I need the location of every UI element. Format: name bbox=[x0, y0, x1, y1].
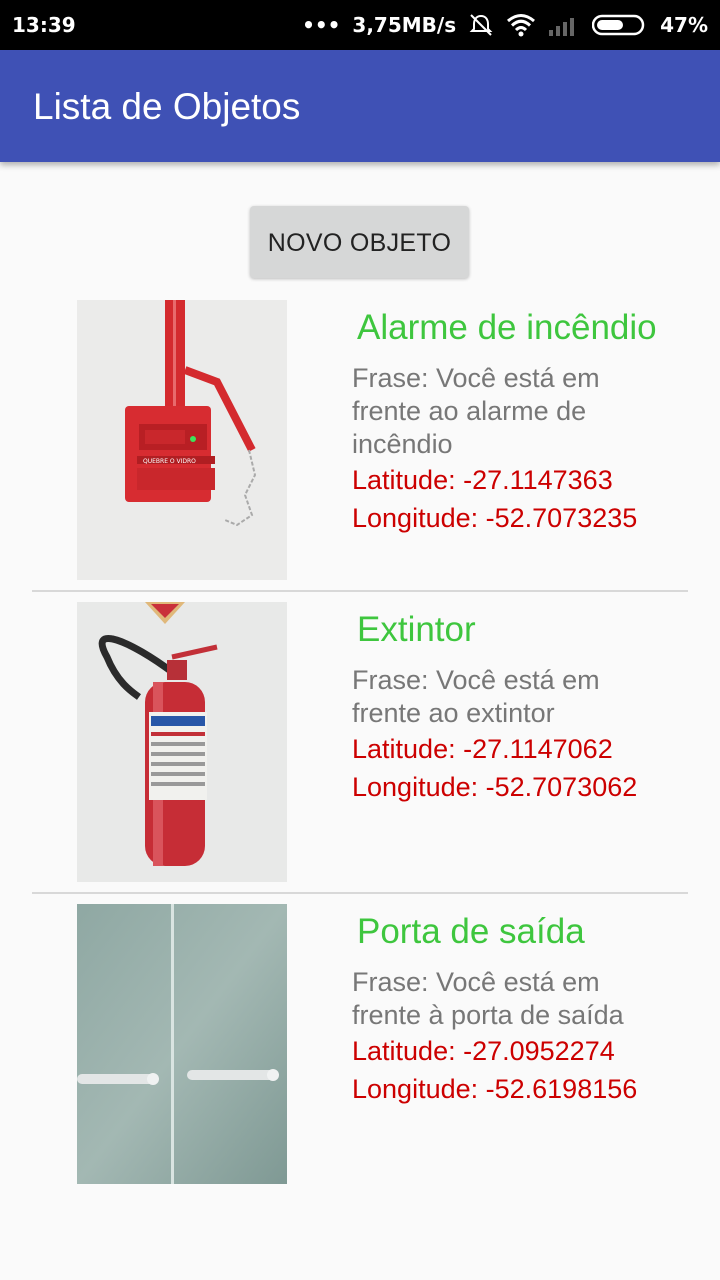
fire-extinguisher-image bbox=[77, 602, 287, 882]
status-right: ••• 3,75MB/s 47% bbox=[302, 13, 708, 37]
list-item[interactable]: QUEBRE O VIDRO Alarme de incêndio Frase:… bbox=[0, 300, 720, 600]
item-phrase: Frase: Você está em frente ao extintor bbox=[352, 665, 600, 728]
signal-icon bbox=[549, 18, 575, 36]
wifi-icon bbox=[507, 14, 536, 37]
item-longitude: Longitude: -52.6198156 bbox=[352, 1074, 638, 1104]
item-name: Extintor bbox=[357, 610, 476, 649]
mute-icon bbox=[469, 14, 493, 36]
exit-door-image bbox=[77, 904, 287, 1184]
item-latitude: Latitude: -27.1147363 bbox=[352, 465, 613, 495]
new-object-button[interactable]: NOVO OBJETO bbox=[250, 206, 469, 278]
item-name: Porta de saída bbox=[357, 912, 585, 951]
item-latitude: Latitude: -27.0952274 bbox=[352, 1036, 615, 1066]
page-title: Lista de Objetos bbox=[33, 86, 301, 127]
item-name: Alarme de incêndio bbox=[357, 308, 657, 347]
app-bar: Lista de Objetos bbox=[0, 50, 720, 162]
status-bar: 13:39 ••• 3,75MB/s 47% bbox=[0, 0, 720, 50]
status-time: 13:39 bbox=[12, 13, 76, 37]
item-longitude: Longitude: -52.7073235 bbox=[352, 503, 638, 533]
item-divider bbox=[32, 892, 688, 894]
battery-icon bbox=[592, 14, 645, 36]
svg-text:QUEBRE O VIDRO: QUEBRE O VIDRO bbox=[143, 458, 196, 465]
item-latitude: Latitude: -27.1147062 bbox=[352, 734, 613, 764]
more-dots-icon: ••• bbox=[302, 13, 341, 37]
item-phrase: Frase: Você está em frente à porta de sa… bbox=[352, 967, 624, 1030]
item-longitude: Longitude: -52.7073062 bbox=[352, 772, 638, 802]
battery-percent: 47% bbox=[660, 13, 708, 37]
list-item[interactable]: Extintor Frase: Você está em frente ao e… bbox=[0, 602, 720, 902]
list-item[interactable]: Porta de saída Frase: Você está em frent… bbox=[0, 904, 720, 1204]
item-divider bbox=[32, 590, 688, 592]
fire-alarm-image: QUEBRE O VIDRO bbox=[77, 300, 287, 580]
item-phrase: Frase: Você está em frente ao alarme de … bbox=[352, 363, 600, 459]
network-speed: 3,75MB/s bbox=[352, 13, 457, 37]
